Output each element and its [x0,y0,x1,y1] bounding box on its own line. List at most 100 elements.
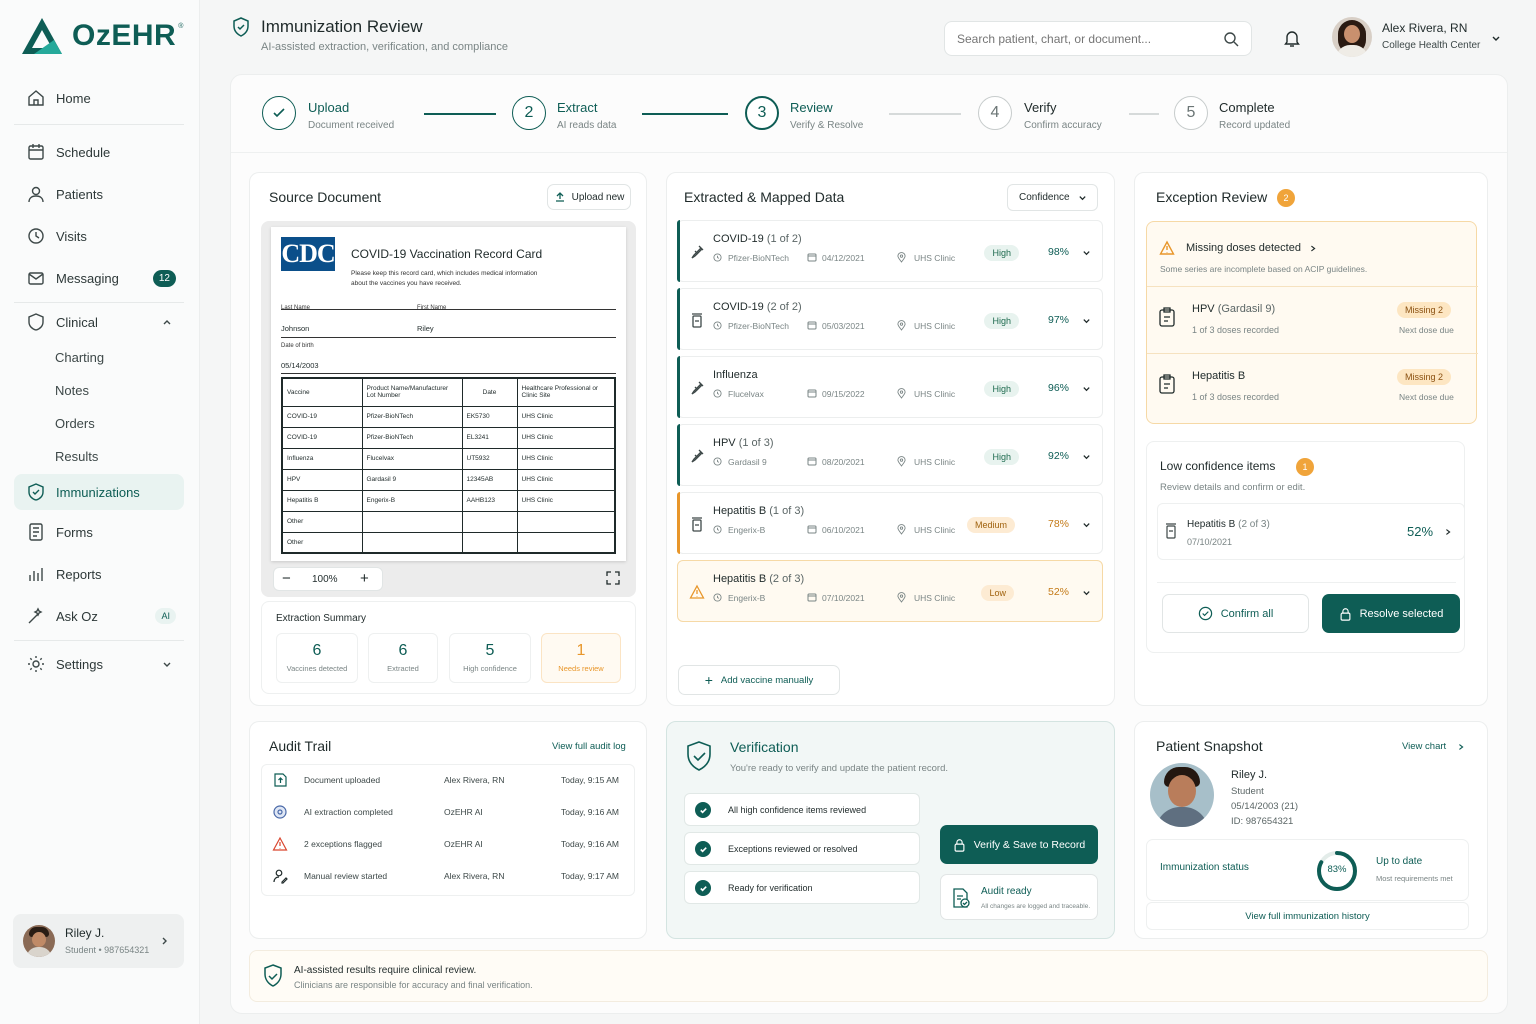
sidebar-item-reports[interactable]: Reports [14,556,184,592]
chevron-down-icon[interactable] [1082,384,1091,393]
extracted-row[interactable]: COVID-19 (2 of 2) Pfizer-BioNTech 05/03/… [677,288,1103,350]
extracted-row[interactable]: HPV (1 of 3) Gardasil 9 08/20/2021 UHS C… [677,424,1103,486]
chevron-right-icon [1446,529,1451,535]
extracted-row[interactable]: Hepatitis B (1 of 3) Engerix-B 06/10/202… [677,492,1103,554]
search-icon[interactable] [1223,31,1239,47]
patient-photo [1150,763,1214,827]
confidence-filter-select[interactable]: Confidence [1007,184,1098,211]
vaccine-table-row: Influenza Flucelvax UT5932 UHS Clinic [281,447,616,470]
view-chart-link[interactable]: View chart [1402,741,1446,752]
sidebar-subitem-orders[interactable]: Orders [55,416,95,431]
low-confidence-item[interactable]: Hepatitis B (2 of 3) 07/10/2021 52% [1157,503,1465,560]
chevron-up-icon[interactable] [162,317,172,327]
confirm-all-button[interactable]: Confirm all [1162,594,1309,633]
chevron-down-icon[interactable] [1082,452,1091,461]
step-extract-circle[interactable]: 2 [512,96,546,130]
doc-note: Please keep this record card, which incl… [351,270,538,287]
chevron-down-icon[interactable] [1082,588,1091,597]
check-circle-icon [1198,606,1212,621]
sidebar-item-visits[interactable]: Visits [14,218,184,254]
sidebar-item-label: Schedule [56,144,111,160]
search-bar[interactable] [944,21,1252,56]
audit-time: Today, 9:15 AM [561,775,619,785]
col-header: Vaccine [281,377,363,407]
vaccine-table-cell: Gardasil 9 [361,468,463,491]
sidebar-item-ask-oz[interactable]: Ask Oz AI [14,598,184,634]
sidebar-item-home[interactable]: Home [14,80,184,116]
sidebar-subitem-results[interactable]: Results [55,449,98,464]
step-complete-circle[interactable]: 5 [1174,96,1208,130]
warning-icon [1159,240,1175,255]
sidebar-item-immunizations[interactable]: Immunizations [14,474,184,510]
sidebar-item-forms[interactable]: Forms [14,514,184,550]
chevron-down-icon[interactable] [1082,248,1091,257]
vaccine-maker: Pfizer-BioNTech [728,253,789,263]
sidebar-item-patients[interactable]: Patients [14,176,184,212]
calendar-icon [807,457,817,466]
upload-new-button[interactable]: Upload new [547,184,631,210]
immunization-history-link[interactable]: View full immunization history [1146,902,1469,930]
step-upload-circle[interactable] [262,96,296,130]
zoom-in-button[interactable]: + [360,570,369,587]
vaccine-table-cell: Hepatitis B [281,489,363,512]
card-title: Extracted & Mapped Data [684,189,845,205]
search-input[interactable] [957,22,1217,55]
summary-stat-needs-review[interactable]: 1 Needs review [541,633,621,683]
zoom-out-button[interactable]: − [282,570,291,587]
sidebar-item-settings[interactable]: Settings [14,646,184,682]
vaccine-dose: (1 of 2) [766,233,802,245]
vaccine-table-cell: UHS Clinic [516,489,616,512]
vaccine-dose: (1 of 3) [769,505,805,517]
calendar-icon [807,253,817,262]
item-name: HPV [1192,303,1215,315]
audit-ready-box: Audit ready All changes are logged and t… [940,874,1098,920]
chevron-down-icon[interactable] [162,659,172,669]
alert-subtitle: Some series are incomplete based on ACIP… [1160,264,1368,274]
check-circle-icon [695,802,711,818]
sidebar-subitem-notes[interactable]: Notes [55,383,89,398]
vaccine-table-row: Other [281,510,616,533]
sidebar-item-schedule[interactable]: Schedule [14,134,184,170]
disclaimer-subtitle: Clinicians are responsible for accuracy … [294,980,533,990]
ai-badge: AI [155,608,176,624]
document-viewer[interactable]: CDC COVID-19 Vaccination Record Card Ple… [261,221,636,597]
extracted-row[interactable]: COVID-19 (1 of 2) Pfizer-BioNTech 04/12/… [677,220,1103,282]
syringe-icon [691,381,704,395]
chevron-right-icon[interactable] [1457,742,1465,752]
extracted-row[interactable]: Influenza Flucelvax 09/15/2022 UHS Clini… [677,356,1103,418]
user-avatar[interactable] [1332,17,1372,57]
chevron-down-icon[interactable] [1082,316,1091,325]
sidebar-item-messaging[interactable]: Messaging 12 [14,260,184,296]
step-review-circle[interactable]: 3 [745,96,779,130]
current-patient-card[interactable]: Riley J. Student • 987654321 [13,914,184,968]
card-title: Exception Review [1156,189,1268,205]
low-confidence-title: Low confidence items [1160,459,1276,473]
sidebar-subitem-charting[interactable]: Charting [55,350,104,365]
fullscreen-icon[interactable] [606,571,620,585]
chevron-right-icon[interactable] [1309,244,1317,253]
view-audit-log-link[interactable]: View full audit log [552,741,626,752]
resolve-selected-button[interactable]: Resolve selected [1322,594,1460,633]
step-verify-circle[interactable]: 4 [978,96,1012,130]
missing-dose-item[interactable]: Hepatitis B 1 of 3 doses recorded Missin… [1146,354,1475,418]
row-accent [677,424,680,486]
sidebar-item-clinical[interactable]: Clinical [14,304,184,340]
chevron-down-icon[interactable] [1491,33,1501,43]
brand-logo[interactable]: OzEHR ® [20,16,183,56]
doc-line [281,309,616,310]
alert-title[interactable]: Missing doses detected [1186,242,1301,254]
confidence-badge: Low [981,585,1014,601]
verify-save-button[interactable]: Verify & Save to Record [940,825,1098,864]
status-subtitle: Most requirements met [1376,874,1453,883]
extracted-row[interactable]: Hepatitis B (2 of 3) Engerix-B 07/10/202… [677,560,1103,622]
vaccine-table-cell: Pfizer-BioNTech [361,426,463,449]
missing-dose-item[interactable]: HPV (Gardasil 9) 1 of 3 doses recorded M… [1146,287,1475,351]
check-circle-icon [695,880,711,896]
clipboard-icon [1159,307,1175,327]
location-pin-icon [897,252,906,263]
chevron-down-icon[interactable] [1082,520,1091,529]
add-vaccine-button[interactable]: + Add vaccine manually [678,665,840,695]
vaccine-table-cell [516,531,616,554]
bell-icon[interactable] [1283,28,1301,48]
vial-icon [692,517,702,532]
